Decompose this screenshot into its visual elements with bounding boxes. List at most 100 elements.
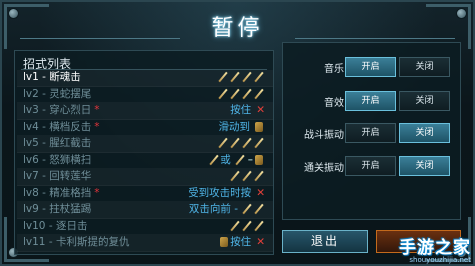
- move-input: 按住 ✕: [230, 103, 265, 119]
- cross-icon: ✕: [256, 236, 265, 248]
- gem-icon: [255, 121, 263, 132]
- setting-row: 通关振动 开启 关闭: [283, 156, 462, 178]
- watermark-text: 手游之家: [399, 238, 471, 258]
- move-name: lv11 - 卡利斯提的复仇: [23, 236, 130, 248]
- star-icon: *: [94, 104, 100, 116]
- move-row[interactable]: lv5 - 腥红截击: [17, 136, 273, 153]
- sword-icon: [254, 72, 264, 82]
- cross-icon: ✕: [256, 186, 265, 199]
- move-input: 滑动到: [219, 120, 266, 136]
- move-input: 或 –: [208, 153, 265, 169]
- setting-row: 音乐 开启 关闭: [283, 57, 462, 79]
- move-row[interactable]: lv3 - 穿心烈日 * 按住 ✕: [17, 103, 273, 120]
- title-divider: [295, 38, 455, 39]
- sword-icon: [218, 138, 228, 148]
- sword-icon: [230, 138, 240, 148]
- move-name: lv8 - 精准格挡 *: [23, 186, 100, 199]
- toggle-on-button[interactable]: 开启: [345, 156, 396, 176]
- move-input: [229, 219, 265, 235]
- toggle-group: 开启 关闭: [345, 57, 453, 79]
- sword-icon: [230, 89, 240, 99]
- setting-label: 通关振动: [304, 163, 344, 174]
- cross-icon: –: [247, 153, 253, 166]
- move-input: 双击向前 -: [189, 202, 265, 218]
- setting-label: 音效: [324, 98, 344, 109]
- watermark-url: shouyouzhijia.net: [409, 256, 471, 264]
- sword-icon: [254, 89, 264, 99]
- gem-icon: [255, 154, 263, 165]
- move-input: 受到攻击时按 ✕: [188, 186, 265, 202]
- sword-icon: [242, 171, 252, 181]
- move-input: [217, 87, 265, 103]
- sword-icon: [230, 72, 240, 82]
- move-input: [217, 136, 265, 152]
- move-row[interactable]: lv6 - 怒狮横扫或 –: [17, 153, 273, 169]
- move-name: lv6 - 怒狮横扫: [23, 153, 92, 166]
- move-row[interactable]: lv1 - 断魂击: [17, 70, 273, 87]
- move-name: lv10 - 逐日击: [23, 219, 88, 232]
- sword-icon: [230, 221, 240, 231]
- star-icon: *: [94, 186, 100, 199]
- move-input: [217, 70, 265, 86]
- sword-icon: [242, 221, 252, 231]
- exit-button[interactable]: 退出: [282, 230, 368, 253]
- setting-row: 音效 开启 关闭: [283, 91, 462, 113]
- move-name: lv4 - 横档反击 *: [23, 120, 100, 133]
- sword-icon: [209, 155, 219, 165]
- move-list[interactable]: lv1 - 断魂击 lv2 - 灵蛇摆尾 lv3 - 穿心烈日 * 按住 ✕ lv4 - 横…: [17, 70, 273, 252]
- sword-icon: [242, 204, 252, 214]
- toggle-off-button[interactable]: 关闭: [399, 91, 450, 111]
- sword-icon: [218, 89, 228, 99]
- sword-icon: [235, 155, 245, 165]
- toggle-on-button[interactable]: 开启: [345, 57, 396, 77]
- sword-icon: [242, 138, 252, 148]
- gem-icon: [220, 237, 229, 247]
- toggle-on-button[interactable]: 开启: [345, 123, 396, 143]
- setting-row: 战斗振动 开启 关闭: [283, 123, 462, 145]
- move-row[interactable]: lv9 - 拄杖猛踢 双击向前 -: [17, 202, 273, 219]
- setting-label: 战斗振动: [304, 130, 344, 141]
- move-input: [229, 169, 265, 185]
- sword-icon: [254, 221, 264, 231]
- move-row[interactable]: lv10 - 逐日击: [17, 219, 273, 235]
- sword-icon: [254, 138, 264, 148]
- sword-icon: [254, 204, 264, 214]
- toggle-group: 开启 关闭: [345, 123, 453, 145]
- move-row[interactable]: lv7 - 回转莲华: [17, 169, 273, 186]
- sword-icon: [218, 72, 228, 82]
- move-row[interactable]: lv11 - 卡利斯提的复仇 按住 ✕: [17, 235, 273, 252]
- move-name: lv1 - 断魂击: [23, 71, 81, 83]
- toggle-group: 开启 关闭: [345, 156, 453, 178]
- cross-icon: ✕: [256, 104, 265, 116]
- move-row[interactable]: lv2 - 灵蛇摆尾: [17, 87, 273, 103]
- star-icon: *: [94, 120, 100, 133]
- sword-icon: [242, 72, 252, 82]
- sword-icon: [230, 171, 240, 181]
- move-input-label: 按住: [230, 236, 252, 248]
- move-input-label: 滑动到: [218, 120, 251, 133]
- move-input: 按住 ✕: [218, 235, 265, 251]
- move-name: lv5 - 腥红截击: [23, 137, 92, 149]
- move-input-label: 受到攻击时按: [188, 186, 252, 199]
- move-input-label: 或: [220, 153, 231, 166]
- move-row[interactable]: lv4 - 横档反击 * 滑动到: [17, 120, 273, 136]
- move-name: lv9 - 拄杖猛踢: [23, 203, 92, 215]
- watermark-logo: 手游之家 shouyouzhijia.net: [399, 233, 471, 264]
- move-row[interactable]: lv8 - 精准格挡 * 受到攻击时按 ✕: [17, 186, 273, 202]
- sword-icon: [254, 171, 264, 181]
- move-input-label: 双击向前 -: [188, 203, 238, 215]
- settings-panel: 音乐 开启 关闭 音效 开启 关闭 战斗振动 开启 关闭 通关振动 开启 关闭: [282, 42, 461, 220]
- toggle-on-button[interactable]: 开启: [345, 91, 396, 111]
- sword-icon: [242, 89, 252, 99]
- move-name: lv2 - 灵蛇摆尾: [23, 87, 92, 100]
- toggle-group: 开启 关闭: [345, 91, 453, 113]
- move-name: lv3 - 穿心烈日 *: [23, 104, 100, 116]
- move-input-label: 按住: [230, 104, 252, 116]
- title-divider: [20, 38, 180, 39]
- move-list-panel: 招式列表 lv1 - 断魂击 lv2 - 灵蛇摆尾 lv3 - 穿心烈日 * 按住 ✕ lv…: [14, 50, 274, 255]
- toggle-off-button[interactable]: 关闭: [399, 123, 450, 143]
- move-name: lv7 - 回转莲华: [23, 170, 92, 182]
- toggle-off-button[interactable]: 关闭: [399, 57, 450, 77]
- toggle-off-button[interactable]: 关闭: [399, 156, 450, 176]
- setting-label: 音乐: [324, 64, 344, 75]
